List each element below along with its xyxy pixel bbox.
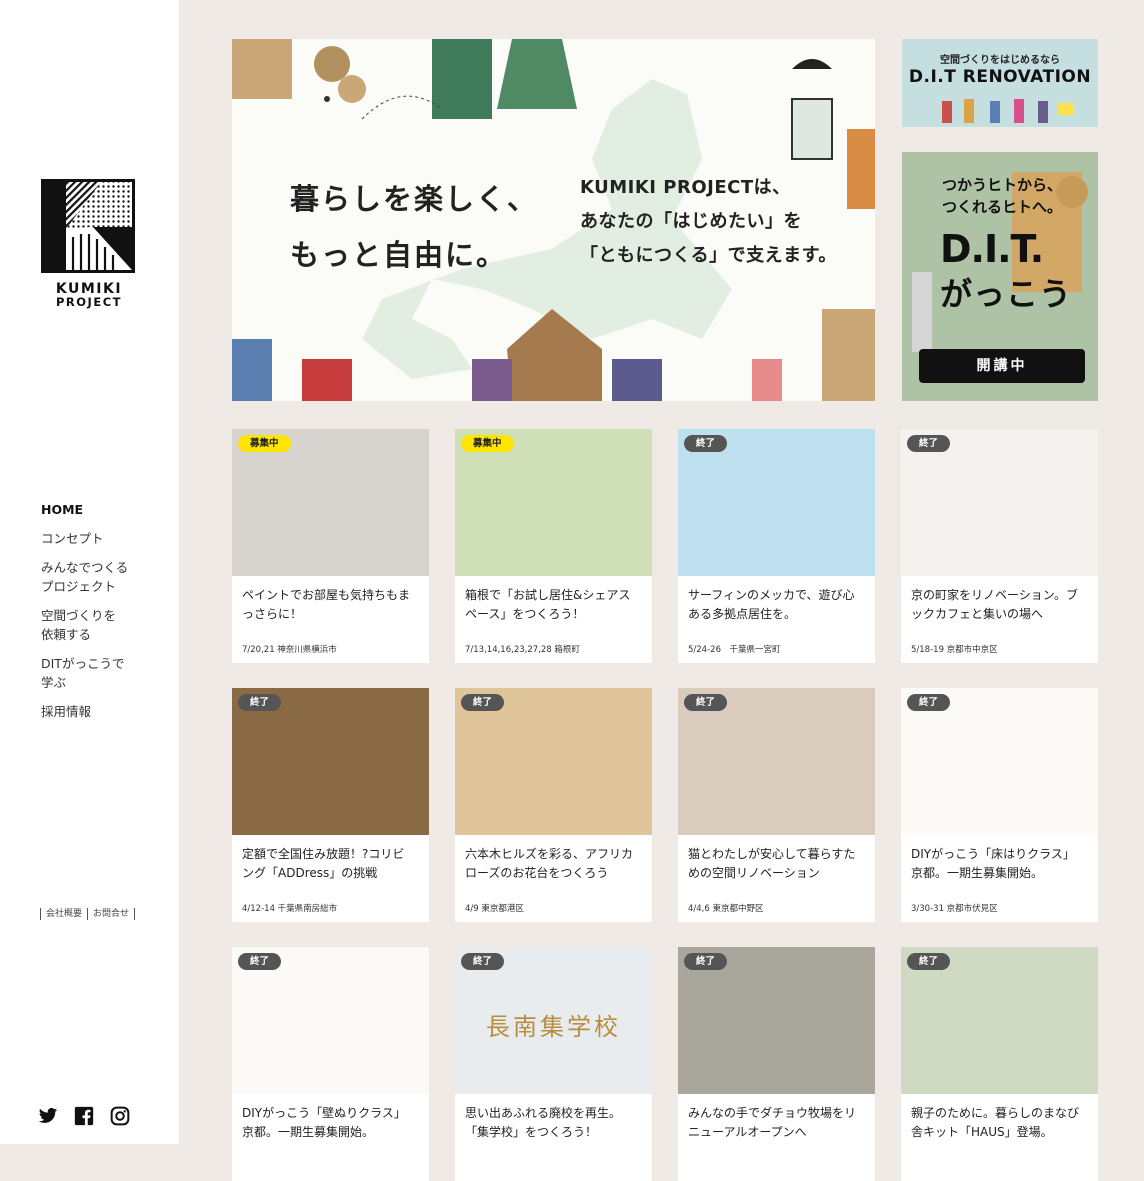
project-date-location <box>678 1152 875 1181</box>
dit-renovation-banner[interactable]: 空間づくりをはじめるなら D.I.T RENOVATION <box>902 39 1098 127</box>
dit-renovation-illustration <box>942 99 1074 123</box>
project-card[interactable]: 終了六本木ヒルズを彩る、アフリカ ローズのお花台をつくろう 4/9 東京都港区 <box>455 688 652 922</box>
hero-subline: KUMIKI PROJECTは、 あなたの「はじめたい」を 「ともにつくる」で支… <box>580 177 837 266</box>
project-title: サーフィンのメッカで、遊び心 ある多拠点居住を。 <box>688 588 855 621</box>
status-badge: 終了 <box>907 435 951 452</box>
facebook-icon[interactable] <box>74 1106 94 1126</box>
status-badge: 終了 <box>907 953 951 970</box>
kumiki-logo-mark <box>41 179 135 273</box>
status-badge: 終了 <box>684 694 728 711</box>
dit-school-tagline: つかうヒトから、 つくれるヒトへ。 <box>942 176 1063 216</box>
project-title: ペイントでお部屋も気持ちもま っさらに！ <box>242 588 411 621</box>
status-badge: 終了 <box>684 435 728 452</box>
nav-item-request[interactable]: 空間づくりを 依頼する <box>41 606 141 644</box>
hero-banner[interactable]: 暮らしを楽しく、 もっと自由に。 KUMIKI PROJECTは、 あなたの「は… <box>232 39 875 401</box>
project-thumbnail: 募集中 <box>455 429 652 576</box>
project-card[interactable]: 終了猫とわたしが安心して暮らすた めの空間リノベーション 4/4,6 東京都中野区 <box>678 688 875 922</box>
project-card[interactable]: 募集中ペイントでお部屋も気持ちもま っさらに！ 7/20,21 神奈川県横浜市 <box>232 429 429 663</box>
project-thumbnail: 終了 <box>455 688 652 835</box>
project-card[interactable]: 終了定額で全国住み放題！?コリビ ング「ADDress」の挑戦 4/12-14 千… <box>232 688 429 922</box>
nav-item-recruit[interactable]: 採用情報 <box>41 702 141 721</box>
status-badge: 終了 <box>238 953 282 970</box>
project-date-location: 5/18-19 京都市中京区 <box>911 645 998 655</box>
project-date-location <box>232 1152 429 1181</box>
status-badge: 終了 <box>684 953 728 970</box>
logo-line-2: PROJECT <box>56 295 122 309</box>
kumiki-logo[interactable]: KUMIKI PROJECT <box>41 179 137 309</box>
project-title: 思い出あふれる廃校を再生。 「集学校」をつくろう！ <box>465 1106 622 1139</box>
logo-wordmark: KUMIKI PROJECT <box>41 282 137 309</box>
project-card[interactable]: 終了京の町家をリノベーション。ブ ックカフェと集いの場へ 5/18-19 京都市中… <box>901 429 1098 663</box>
project-card[interactable]: 募集中箱根で「お試し居住&シェアス ペース」をつくろう！ 7/13,14,16,2… <box>455 429 652 663</box>
project-thumbnail: 終了 <box>232 688 429 835</box>
project-card[interactable]: 終了サーフィンのメッカで、遊び心 ある多拠点居住を。 5/24-26 千葉県一宮町 <box>678 429 875 663</box>
status-badge: 終了 <box>238 694 282 711</box>
project-title: 箱根で「お試し居住&シェアス ペース」をつくろう！ <box>465 588 631 621</box>
project-thumbnail: 終了 <box>901 429 1098 576</box>
project-date-location <box>455 1152 652 1181</box>
project-thumbnail: 終了 <box>678 688 875 835</box>
project-thumbnail: 終了 <box>678 947 875 1094</box>
contact-link[interactable]: お問合せ <box>87 908 136 920</box>
dit-school-title-2: がっこう <box>940 275 1073 313</box>
project-date-location: 4/4,6 東京都中野区 <box>688 904 764 914</box>
project-title: 京の町家をリノベーション。ブ ックカフェと集いの場へ <box>911 588 1079 621</box>
project-card[interactable]: 終了 DIYがっこう「壁ぬりクラス」 京都。一期生募集開始。 <box>232 947 429 1181</box>
nav-item-dit-school[interactable]: DITがっこうで 学ぶ <box>41 654 141 692</box>
project-title: 親子のために。暮らしのまなび 舎キット「HAUS」登場。 <box>911 1106 1080 1139</box>
project-card[interactable]: 終了みんなの手でダチョウ牧場をリ ニューアルオープンへ <box>678 947 875 1181</box>
project-thumbnail: 終了 <box>232 947 429 1094</box>
nav-item-home[interactable]: HOME <box>41 500 141 519</box>
project-thumbnail: 終了 <box>901 947 1098 1094</box>
status-badge: 募集中 <box>238 435 291 452</box>
sidebar: KUMIKI PROJECT HOME コンセプト みんなでつくる プロジェクト… <box>0 0 179 1144</box>
status-badge: 終了 <box>907 694 951 711</box>
main-nav: HOME コンセプト みんなでつくる プロジェクト 空間づくりを 依頼する DI… <box>41 500 141 731</box>
dit-school-open-button[interactable]: 開講中 <box>919 349 1085 383</box>
project-title: 猫とわたしが安心して暮らすた めの空間リノベーション <box>688 847 856 880</box>
project-date-location: 4/12-14 千葉県南房総市 <box>242 904 338 914</box>
project-thumbnail: 終了 <box>901 688 1098 835</box>
project-card[interactable]: 長南集学校 終了思い出あふれる廃校を再生。 「集学校」をつくろう！ <box>455 947 652 1181</box>
project-date-location <box>901 1152 1098 1181</box>
hero-headline: 暮らしを楽しく、 もっと自由に。 <box>290 182 539 272</box>
dit-school-title: D.I.T. <box>940 227 1044 271</box>
project-card[interactable]: 終了親子のために。暮らしのまなび 舎キット「HAUS」登場。 <box>901 947 1098 1181</box>
project-date-location: 7/20,21 神奈川県横浜市 <box>242 645 337 655</box>
status-badge: 終了 <box>461 953 505 970</box>
project-title: みんなの手でダチョウ牧場をリ ニューアルオープンへ <box>688 1106 857 1139</box>
project-thumbnail: 終了 <box>678 429 875 576</box>
project-date-location: 5/24-26 千葉県一宮町 <box>688 645 781 655</box>
thumbnail-overlay-text: 長南集学校 <box>486 1013 621 1041</box>
nav-item-projects[interactable]: みんなでつくる プロジェクト <box>41 558 141 596</box>
dit-school-banner[interactable]: つかうヒトから、 つくれるヒトへ。 D.I.T. がっこう 開講中 <box>902 152 1098 401</box>
project-title: 六本木ヒルズを彩る、アフリカ ローズのお花台をつくろう <box>465 847 634 880</box>
project-title: DIYがっこう「壁ぬりクラス」 京都。一期生募集開始。 <box>242 1106 406 1139</box>
project-date-location: 3/30-31 京都市伏見区 <box>911 904 998 914</box>
social-links <box>38 1106 130 1126</box>
project-title: 定額で全国住み放題！?コリビ ング「ADDress」の挑戦 <box>242 847 405 880</box>
project-title: DIYがっこう「床はりクラス」 京都。一期生募集開始。 <box>911 847 1075 880</box>
instagram-icon[interactable] <box>110 1106 130 1126</box>
nav-item-concept[interactable]: コンセプト <box>41 529 141 548</box>
company-info-link[interactable]: 会社概要 <box>40 908 87 920</box>
status-badge: 募集中 <box>461 435 514 452</box>
project-date-location: 7/13,14,16,23,27,28 箱根町 <box>465 645 580 655</box>
status-badge: 終了 <box>461 694 505 711</box>
project-date-location: 4/9 東京都港区 <box>465 904 524 914</box>
twitter-icon[interactable] <box>38 1106 58 1126</box>
project-card[interactable]: 終了 DIYがっこう「床はりクラス」 京都。一期生募集開始。 3/30-31 京都市… <box>901 688 1098 922</box>
project-thumbnail: 募集中 <box>232 429 429 576</box>
project-thumbnail: 長南集学校 終了 <box>455 947 652 1094</box>
footer-links: 会社概要 お問合せ <box>40 908 136 920</box>
